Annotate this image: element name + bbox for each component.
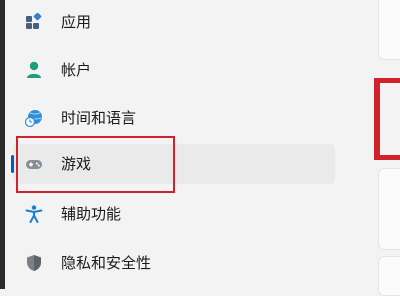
sidebar-item-label: 游戏	[61, 155, 92, 173]
annotation-highlight-box-edge	[374, 78, 400, 83]
sidebar-item-accounts[interactable]: 帐户	[13, 50, 335, 90]
gamepad-icon	[26, 160, 42, 169]
apps-icon	[26, 13, 42, 29]
sidebar-item-privacy-security[interactable]: 隐私和安全性	[13, 243, 335, 283]
sidebar-item-label: 应用	[61, 13, 92, 31]
sidebar-item-time-language[interactable]: 时间和语言	[13, 98, 335, 138]
content-card	[378, 256, 400, 296]
content-card	[378, 168, 400, 250]
annotation-highlight-box-edge	[374, 78, 380, 160]
selection-indicator	[11, 155, 14, 173]
sidebar-item-accessibility[interactable]: 辅助功能	[13, 194, 335, 234]
sidebar-item-label: 隐私和安全性	[61, 254, 152, 272]
sidebar-item-gaming[interactable]: 游戏	[11, 144, 335, 184]
sidebar-item-label: 辅助功能	[61, 205, 122, 223]
shield-icon	[27, 255, 41, 271]
globe-clock-icon	[25, 110, 42, 127]
annotation-highlight-box-edge	[374, 155, 400, 160]
sidebar-item-label: 时间和语言	[61, 109, 137, 127]
sidebar-item-apps[interactable]: 应用	[13, 2, 335, 42]
settings-sidebar: 应用 帐户 时间和语言 游戏 辅助功能 隐私和安全性	[5, 0, 350, 289]
content-card	[378, 0, 400, 60]
account-icon	[27, 61, 41, 78]
content-pane-edge	[374, 0, 400, 296]
sidebar-item-label: 帐户	[61, 61, 92, 79]
accessibility-icon	[25, 205, 43, 223]
